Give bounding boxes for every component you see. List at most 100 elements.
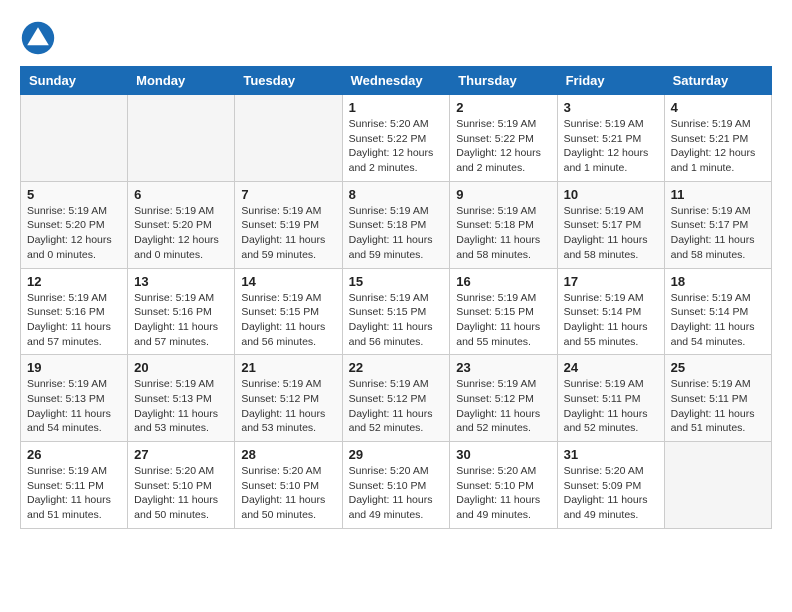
day-info: Sunrise: 5:20 AM Sunset: 5:10 PM Dayligh… bbox=[456, 464, 550, 523]
day-number: 20 bbox=[134, 360, 228, 375]
calendar-cell: 28 Sunrise: 5:20 AM Sunset: 5:10 PM Dayli… bbox=[235, 442, 342, 529]
day-info: Sunrise: 5:19 AM Sunset: 5:14 PM Dayligh… bbox=[564, 291, 658, 350]
day-number: 21 bbox=[241, 360, 335, 375]
day-number: 25 bbox=[671, 360, 765, 375]
day-number: 24 bbox=[564, 360, 658, 375]
calendar-cell: 18Sunrise: 5:19 AM Sunset: 5:14 PM Dayli… bbox=[664, 268, 771, 355]
calendar-cell bbox=[664, 442, 771, 529]
day-info: Sunrise: 5:20 AM Sunset: 5:09 PM Dayligh… bbox=[564, 464, 658, 523]
calendar-cell: 30 Sunrise: 5:20 AM Sunset: 5:10 PM Dayli… bbox=[450, 442, 557, 529]
day-number: 10 bbox=[564, 187, 658, 202]
day-info: Sunrise: 5:20 AM Sunset: 5:10 PM Dayligh… bbox=[134, 464, 228, 523]
day-info: Sunrise: 5:19 AM Sunset: 5:15 PM Dayligh… bbox=[349, 291, 444, 350]
logo bbox=[20, 20, 60, 56]
weekday-header-monday: Monday bbox=[128, 67, 235, 95]
day-number: 28 bbox=[241, 447, 335, 462]
week-row-5: 26 Sunrise: 5:19 AM Sunset: 5:11 PM Dayli… bbox=[21, 442, 772, 529]
day-info: Sunrise: 5:19 AM Sunset: 5:15 PM Dayligh… bbox=[241, 291, 335, 350]
calendar-cell: 4 Sunrise: 5:19 AM Sunset: 5:21 PM Daylig… bbox=[664, 95, 771, 182]
day-number: 27 bbox=[134, 447, 228, 462]
day-number: 16 bbox=[456, 274, 550, 289]
day-number: 19 bbox=[27, 360, 121, 375]
calendar-cell: 13Sunrise: 5:19 AM Sunset: 5:16 PM Dayli… bbox=[128, 268, 235, 355]
day-number: 22 bbox=[349, 360, 444, 375]
calendar-cell bbox=[128, 95, 235, 182]
weekday-header-saturday: Saturday bbox=[664, 67, 771, 95]
week-row-1: 1Sunrise: 5:20 AM Sunset: 5:22 PM Daylig… bbox=[21, 95, 772, 182]
day-number: 7 bbox=[241, 187, 335, 202]
calendar-cell: 29 Sunrise: 5:20 AM Sunset: 5:10 PM Dayli… bbox=[342, 442, 450, 529]
day-number: 6 bbox=[134, 187, 228, 202]
day-info: Sunrise: 5:19 AM Sunset: 5:11 PM Dayligh… bbox=[671, 377, 765, 436]
day-number: 5 bbox=[27, 187, 121, 202]
calendar-cell: 27 Sunrise: 5:20 AM Sunset: 5:10 PM Dayli… bbox=[128, 442, 235, 529]
day-number: 30 bbox=[456, 447, 550, 462]
day-number: 12 bbox=[27, 274, 121, 289]
calendar-cell: 11 Sunrise: 5:19 AM Sunset: 5:17 PM Dayli… bbox=[664, 181, 771, 268]
day-info: Sunrise: 5:19 AM Sunset: 5:17 PM Dayligh… bbox=[564, 204, 658, 263]
calendar-table: SundayMondayTuesdayWednesdayThursdayFrid… bbox=[20, 66, 772, 529]
day-info: Sunrise: 5:20 AM Sunset: 5:22 PM Dayligh… bbox=[349, 117, 444, 176]
weekday-header-friday: Friday bbox=[557, 67, 664, 95]
calendar-cell: 16 Sunrise: 5:19 AM Sunset: 5:15 PM Dayli… bbox=[450, 268, 557, 355]
calendar-cell: 2Sunrise: 5:19 AM Sunset: 5:22 PM Daylig… bbox=[450, 95, 557, 182]
calendar-cell: 15 Sunrise: 5:19 AM Sunset: 5:15 PM Dayli… bbox=[342, 268, 450, 355]
day-info: Sunrise: 5:19 AM Sunset: 5:18 PM Dayligh… bbox=[456, 204, 550, 263]
calendar-cell: 26 Sunrise: 5:19 AM Sunset: 5:11 PM Dayli… bbox=[21, 442, 128, 529]
calendar-cell: 23Sunrise: 5:19 AM Sunset: 5:12 PM Dayli… bbox=[450, 355, 557, 442]
weekday-header-sunday: Sunday bbox=[21, 67, 128, 95]
week-row-3: 12 Sunrise: 5:19 AM Sunset: 5:16 PM Dayli… bbox=[21, 268, 772, 355]
day-info: Sunrise: 5:19 AM Sunset: 5:16 PM Dayligh… bbox=[134, 291, 228, 350]
week-row-2: 5 Sunrise: 5:19 AM Sunset: 5:20 PM Daylig… bbox=[21, 181, 772, 268]
weekday-header-tuesday: Tuesday bbox=[235, 67, 342, 95]
calendar-cell: 19 Sunrise: 5:19 AM Sunset: 5:13 PM Dayli… bbox=[21, 355, 128, 442]
calendar-cell: 17Sunrise: 5:19 AM Sunset: 5:14 PM Dayli… bbox=[557, 268, 664, 355]
weekday-header-row: SundayMondayTuesdayWednesdayThursdayFrid… bbox=[21, 67, 772, 95]
day-info: Sunrise: 5:19 AM Sunset: 5:11 PM Dayligh… bbox=[27, 464, 121, 523]
calendar-cell: 3 Sunrise: 5:19 AM Sunset: 5:21 PM Daylig… bbox=[557, 95, 664, 182]
calendar-cell: 31 Sunrise: 5:20 AM Sunset: 5:09 PM Dayli… bbox=[557, 442, 664, 529]
day-info: Sunrise: 5:19 AM Sunset: 5:20 PM Dayligh… bbox=[134, 204, 228, 263]
day-number: 2 bbox=[456, 100, 550, 115]
day-number: 29 bbox=[349, 447, 444, 462]
day-info: Sunrise: 5:19 AM Sunset: 5:20 PM Dayligh… bbox=[27, 204, 121, 263]
day-info: Sunrise: 5:19 AM Sunset: 5:13 PM Dayligh… bbox=[134, 377, 228, 436]
day-number: 8 bbox=[349, 187, 444, 202]
day-info: Sunrise: 5:19 AM Sunset: 5:21 PM Dayligh… bbox=[564, 117, 658, 176]
calendar-cell: 12 Sunrise: 5:19 AM Sunset: 5:16 PM Dayli… bbox=[21, 268, 128, 355]
calendar-cell: 10 Sunrise: 5:19 AM Sunset: 5:17 PM Dayli… bbox=[557, 181, 664, 268]
day-info: Sunrise: 5:19 AM Sunset: 5:12 PM Dayligh… bbox=[456, 377, 550, 436]
day-info: Sunrise: 5:19 AM Sunset: 5:16 PM Dayligh… bbox=[27, 291, 121, 350]
day-number: 15 bbox=[349, 274, 444, 289]
weekday-header-wednesday: Wednesday bbox=[342, 67, 450, 95]
calendar-cell bbox=[21, 95, 128, 182]
calendar-cell: 9Sunrise: 5:19 AM Sunset: 5:18 PM Daylig… bbox=[450, 181, 557, 268]
week-row-4: 19 Sunrise: 5:19 AM Sunset: 5:13 PM Dayli… bbox=[21, 355, 772, 442]
day-number: 4 bbox=[671, 100, 765, 115]
calendar-cell: 5 Sunrise: 5:19 AM Sunset: 5:20 PM Daylig… bbox=[21, 181, 128, 268]
day-info: Sunrise: 5:19 AM Sunset: 5:15 PM Dayligh… bbox=[456, 291, 550, 350]
day-info: Sunrise: 5:19 AM Sunset: 5:21 PM Dayligh… bbox=[671, 117, 765, 176]
day-info: Sunrise: 5:20 AM Sunset: 5:10 PM Dayligh… bbox=[241, 464, 335, 523]
weekday-header-thursday: Thursday bbox=[450, 67, 557, 95]
calendar-cell: 22 Sunrise: 5:19 AM Sunset: 5:12 PM Dayli… bbox=[342, 355, 450, 442]
calendar-cell: 21Sunrise: 5:19 AM Sunset: 5:12 PM Dayli… bbox=[235, 355, 342, 442]
calendar-cell: 14 Sunrise: 5:19 AM Sunset: 5:15 PM Dayli… bbox=[235, 268, 342, 355]
day-number: 26 bbox=[27, 447, 121, 462]
calendar-cell: 8Sunrise: 5:19 AM Sunset: 5:18 PM Daylig… bbox=[342, 181, 450, 268]
calendar-cell: 20 Sunrise: 5:19 AM Sunset: 5:13 PM Dayli… bbox=[128, 355, 235, 442]
day-number: 31 bbox=[564, 447, 658, 462]
day-number: 3 bbox=[564, 100, 658, 115]
day-info: Sunrise: 5:20 AM Sunset: 5:10 PM Dayligh… bbox=[349, 464, 444, 523]
calendar-cell: 6 Sunrise: 5:19 AM Sunset: 5:20 PM Daylig… bbox=[128, 181, 235, 268]
day-info: Sunrise: 5:19 AM Sunset: 5:11 PM Dayligh… bbox=[564, 377, 658, 436]
page-header bbox=[20, 20, 772, 56]
day-info: Sunrise: 5:19 AM Sunset: 5:19 PM Dayligh… bbox=[241, 204, 335, 263]
calendar-cell bbox=[235, 95, 342, 182]
day-info: Sunrise: 5:19 AM Sunset: 5:17 PM Dayligh… bbox=[671, 204, 765, 263]
calendar-cell: 7 Sunrise: 5:19 AM Sunset: 5:19 PM Daylig… bbox=[235, 181, 342, 268]
day-number: 11 bbox=[671, 187, 765, 202]
day-info: Sunrise: 5:19 AM Sunset: 5:12 PM Dayligh… bbox=[349, 377, 444, 436]
day-number: 14 bbox=[241, 274, 335, 289]
day-info: Sunrise: 5:19 AM Sunset: 5:13 PM Dayligh… bbox=[27, 377, 121, 436]
